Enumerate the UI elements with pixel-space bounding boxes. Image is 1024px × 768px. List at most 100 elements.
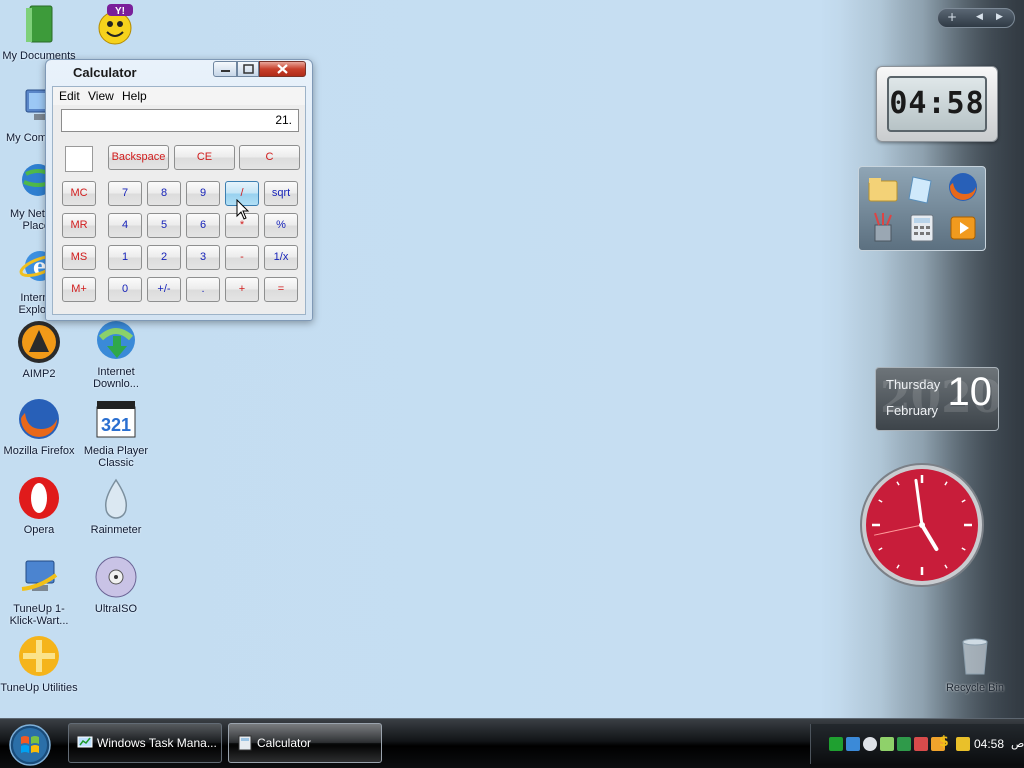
- equals-button[interactable]: =: [264, 277, 298, 302]
- digit-5-button[interactable]: 5: [147, 213, 181, 238]
- add-button[interactable]: +: [225, 277, 259, 302]
- dollar-tray-icon[interactable]: $: [939, 734, 953, 750]
- desktop-icon-tuneup-utilities[interactable]: TuneUp Utilities: [0, 634, 78, 712]
- calculator-icon[interactable]: [905, 211, 937, 243]
- media-player-icon[interactable]: [947, 211, 979, 243]
- aimp-icon: [16, 320, 62, 366]
- folder-icon: [16, 2, 62, 48]
- sign-toggle-button[interactable]: +/-: [147, 277, 181, 302]
- calendar-gadget[interactable]: 2020 Thursday February 10: [875, 367, 999, 431]
- desktop-icon-media-player-classic[interactable]: 321 Media Player Classic: [77, 397, 155, 475]
- desktop-icon-rainmeter[interactable]: Rainmeter: [77, 476, 155, 554]
- yahoo-icon: Y!: [93, 2, 139, 48]
- memory-recall-button[interactable]: MR: [62, 213, 96, 238]
- memory-store-button[interactable]: MS: [62, 245, 96, 270]
- calendar-weekday: Thursday: [886, 377, 941, 392]
- taskbar-item-task-manager[interactable]: Windows Task Mana...: [68, 723, 222, 763]
- menu-edit[interactable]: Edit: [59, 89, 80, 103]
- menu-help[interactable]: Help: [122, 89, 147, 103]
- app-launcher-gadget: [858, 166, 986, 251]
- digit-4-button[interactable]: 4: [108, 213, 142, 238]
- notepad-icon[interactable]: [905, 173, 937, 205]
- rainmeter-icon: [93, 476, 139, 522]
- memory-indicator: [65, 146, 93, 172]
- desktop-icon-ultraiso[interactable]: UltraISO: [77, 555, 155, 633]
- tray-clock[interactable]: 04:58: [974, 737, 1004, 751]
- tray-ampm: ص: [1011, 737, 1024, 750]
- taskbar-item-label: Calculator: [257, 736, 312, 750]
- digit-1-button[interactable]: 1: [108, 245, 142, 270]
- digit-8-button[interactable]: 8: [147, 181, 181, 206]
- clear-entry-button[interactable]: CE: [174, 145, 235, 170]
- mouse-cursor-icon: [236, 199, 250, 220]
- desktop-icon-label: UltraISO: [94, 603, 138, 615]
- firefox-icon: [16, 397, 62, 443]
- sqrt-button[interactable]: sqrt: [264, 181, 298, 206]
- maximize-button[interactable]: [237, 61, 259, 77]
- system-tray: $ 04:58 ص: [810, 724, 1024, 764]
- ultraiso-icon: [93, 555, 139, 601]
- menu-view[interactable]: View: [88, 89, 114, 103]
- svg-text:Y!: Y!: [115, 6, 125, 17]
- desktop-icon-aimp2[interactable]: AIMP2: [0, 320, 78, 398]
- digital-clock-gadget[interactable]: 04:58: [876, 66, 998, 142]
- taskbar-item-calculator[interactable]: Calculator: [228, 723, 382, 763]
- memory-add-button[interactable]: M+: [62, 277, 96, 302]
- tuneup-utilities-icon: [16, 634, 62, 680]
- digit-0-button[interactable]: 0: [108, 277, 142, 302]
- task-manager-icon: [77, 736, 93, 748]
- desktop-icon-recycle-bin[interactable]: Recycle Bin: [936, 634, 1014, 712]
- calculator-window[interactable]: Calculator Edit View Help 21. Backspace …: [45, 59, 313, 321]
- minimize-button[interactable]: [213, 61, 237, 77]
- backspace-button[interactable]: Backspace: [108, 145, 169, 170]
- yahoo-tray-icon[interactable]: [956, 737, 970, 751]
- network-tray-icon[interactable]: [846, 737, 860, 751]
- calendar-month: February: [886, 403, 939, 418]
- start-button[interactable]: [8, 723, 52, 767]
- subtract-button[interactable]: -: [225, 245, 259, 270]
- media-player-classic-icon: 321: [93, 397, 139, 443]
- messenger-tray-icon[interactable]: [863, 737, 877, 751]
- calendar-day-number: 10: [947, 370, 993, 414]
- digit-2-button[interactable]: 2: [147, 245, 181, 270]
- digit-9-button[interactable]: 9: [186, 181, 220, 206]
- tuneup-icon: [16, 555, 62, 601]
- monitor-tray-icon[interactable]: [897, 737, 911, 751]
- idm-icon: [93, 318, 139, 364]
- decimal-button[interactable]: .: [186, 277, 220, 302]
- percent-button[interactable]: %: [264, 213, 298, 238]
- window-title: Calculator: [73, 65, 137, 80]
- desktop-icon-label: Internet Downlo...: [93, 366, 139, 390]
- menu-bar: Edit View Help: [53, 87, 305, 105]
- digital-clock-time: 04:58: [887, 76, 987, 132]
- desktop-icon-label: TuneUp Utilities: [0, 682, 78, 694]
- desktop-icon-tuneup-1klick[interactable]: TuneUp 1-Klick-Wart...: [0, 555, 78, 633]
- sidebar-controls[interactable]: + ◀ ▶: [937, 8, 1015, 28]
- firefox-icon[interactable]: [947, 171, 979, 203]
- pencil-cup-icon[interactable]: [867, 211, 899, 243]
- desktop-icon-label: Media Player Classic: [83, 445, 149, 469]
- previous-icon[interactable]: ◀: [976, 12, 983, 22]
- analog-clock-gadget[interactable]: [859, 462, 985, 588]
- desktop-icon-label: TuneUp 1-Klick-Wart...: [9, 603, 69, 627]
- desktop-icon-idm[interactable]: Internet Downlo...: [77, 318, 155, 396]
- taskbar-item-label: Windows Task Mana...: [97, 736, 217, 750]
- next-icon[interactable]: ▶: [996, 12, 1003, 22]
- memory-clear-button[interactable]: MC: [62, 181, 96, 206]
- reciprocal-button[interactable]: 1/x: [264, 245, 298, 270]
- digit-6-button[interactable]: 6: [186, 213, 220, 238]
- recycle-bin-icon: [952, 634, 998, 680]
- folder-icon[interactable]: [867, 173, 899, 205]
- tuneup-tray-icon[interactable]: [914, 737, 928, 751]
- desktop-icon-opera[interactable]: Opera: [0, 476, 78, 554]
- desktop-icon-label: Mozilla Firefox: [3, 445, 75, 457]
- tray-app-icon[interactable]: [829, 737, 843, 751]
- desktop-icon-firefox[interactable]: Mozilla Firefox: [0, 397, 78, 475]
- digit-7-button[interactable]: 7: [108, 181, 142, 206]
- add-gadget-icon[interactable]: +: [947, 10, 957, 24]
- clear-button[interactable]: C: [239, 145, 300, 170]
- idm-tray-icon[interactable]: [880, 737, 894, 751]
- close-button[interactable]: [259, 61, 306, 77]
- svg-text:321: 321: [101, 415, 131, 435]
- digit-3-button[interactable]: 3: [186, 245, 220, 270]
